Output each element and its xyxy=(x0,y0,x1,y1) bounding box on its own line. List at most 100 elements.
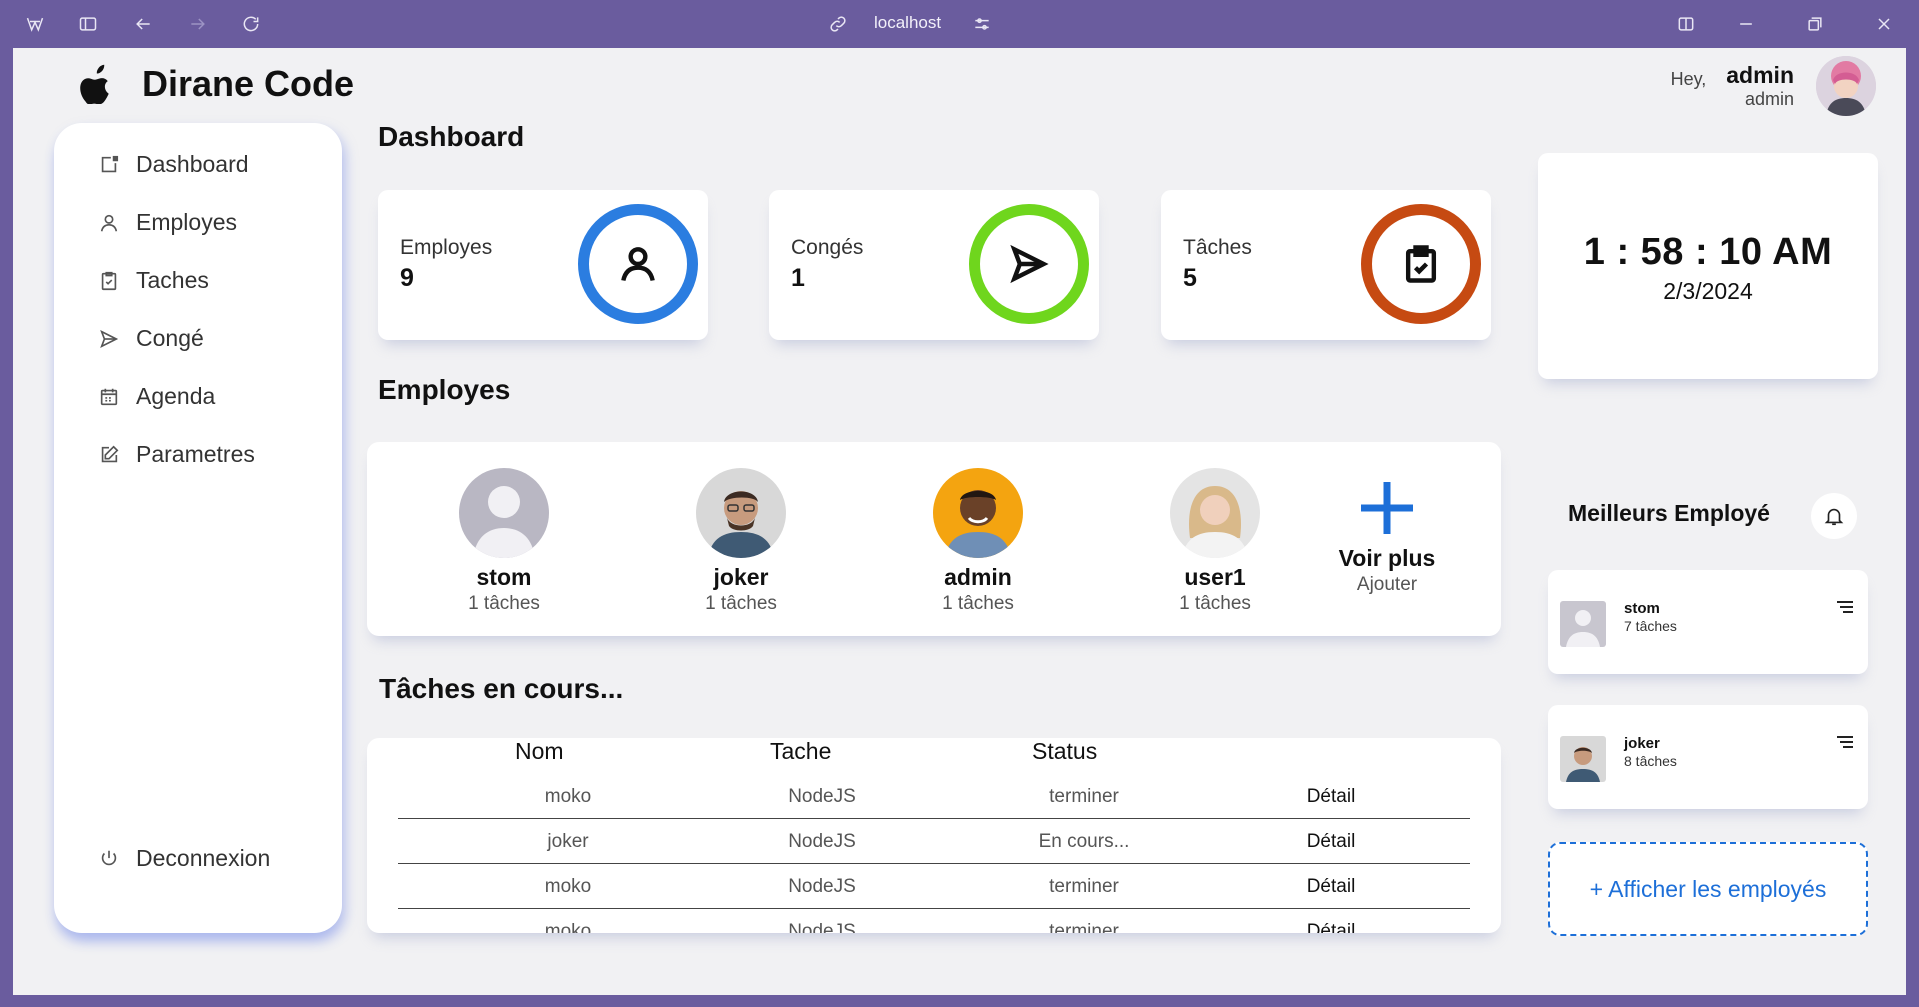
address-bar[interactable]: localhost xyxy=(874,13,941,33)
sidebar-item-label: Dashboard xyxy=(136,151,249,177)
employee-name: joker xyxy=(713,564,769,590)
stat-label: Congés xyxy=(791,236,864,259)
cell-tache: NodeJS xyxy=(788,831,856,852)
bell-icon[interactable] xyxy=(1811,493,1857,539)
minimize-icon[interactable] xyxy=(1734,12,1758,36)
sort-menu-icon[interactable] xyxy=(1836,735,1854,749)
detail-link[interactable]: Détail xyxy=(1307,831,1356,853)
power-icon xyxy=(101,850,117,865)
close-icon[interactable] xyxy=(1872,12,1896,36)
employee-avatar xyxy=(459,468,549,558)
forward-icon[interactable] xyxy=(186,12,210,36)
tasks-title: Tâches en cours... xyxy=(379,673,624,704)
detail-link[interactable]: Détail xyxy=(1307,921,1356,933)
employee-avatar xyxy=(696,468,786,558)
avatar[interactable] xyxy=(1816,56,1876,116)
clock-time: 1 : 58 : 10 AM xyxy=(1583,231,1833,273)
cell-tache: NodeJS xyxy=(788,876,856,897)
greeting: Hey, xyxy=(1670,68,1707,89)
browser-logo-icon[interactable] xyxy=(23,12,47,36)
cell-tache: NodeJS xyxy=(788,786,856,807)
site-settings-icon[interactable] xyxy=(970,12,994,36)
show-all-employees-button[interactable]: + Afficher les employés xyxy=(1548,842,1868,936)
browser-toolbar: localhost xyxy=(0,0,1919,48)
employee-avatar xyxy=(1560,601,1606,647)
employee-item[interactable]: stom 1 tâches xyxy=(424,468,584,615)
user-info: admin admin xyxy=(1726,62,1794,110)
see-more-label: Voir plus xyxy=(1338,545,1436,571)
clock-card: 1 : 58 : 10 AM 2/3/2024 xyxy=(1538,153,1878,379)
clock-date: 2/3/2024 xyxy=(1663,278,1753,304)
tasks-table: Nom Tache Status moko NodeJS terminer Dé… xyxy=(367,738,1501,933)
user-name: admin xyxy=(1726,62,1794,88)
sidebar-item-label: Parametres xyxy=(136,441,255,467)
restore-icon[interactable] xyxy=(1803,12,1827,36)
employee-avatar xyxy=(1560,736,1606,782)
employee-name: stom xyxy=(476,564,532,590)
employee-avatar xyxy=(1170,468,1260,558)
edit-icon xyxy=(101,445,119,462)
cell-nom: moko xyxy=(544,786,592,807)
user-icon xyxy=(100,214,118,231)
sidebar: Dashboard Employes Taches Congé Agenda P… xyxy=(54,123,342,933)
apple-icon xyxy=(80,64,109,104)
column-header-status: Status xyxy=(1032,738,1098,764)
detail-link[interactable]: Détail xyxy=(1307,786,1356,808)
employee-tasks: 7 tâches xyxy=(1624,618,1677,634)
cell-tache: NodeJS xyxy=(788,921,856,933)
employees-card: stom 1 tâches joker 1 tâches admin 1 tâc… xyxy=(367,442,1501,636)
table-row: moko NodeJS terminer Détail xyxy=(398,909,1470,933)
brand[interactable]: Dirane Code xyxy=(78,63,354,105)
table-row: joker NodeJS En cours... Détail xyxy=(398,819,1470,864)
employee-name: user1 xyxy=(1184,564,1246,590)
brand-name: Dirane Code xyxy=(142,63,355,104)
user-icon xyxy=(578,204,698,324)
link-icon xyxy=(826,12,850,36)
employee-item[interactable]: user1 1 tâches xyxy=(1135,468,1295,615)
user-role: admin xyxy=(1744,89,1794,109)
employee-tasks: 8 tâches xyxy=(1624,753,1677,769)
cell-nom: moko xyxy=(544,921,592,933)
cell-status: terminer xyxy=(1049,876,1119,897)
stat-card-taches[interactable]: Tâches 5 xyxy=(1161,190,1491,340)
reload-icon[interactable] xyxy=(239,12,263,36)
app-window: Dirane Code Hey, admin admin Dashboard E… xyxy=(13,48,1906,995)
cell-status: En cours... xyxy=(1038,831,1130,852)
user-menu[interactable]: Hey, admin admin xyxy=(1671,56,1876,116)
best-employee-card[interactable]: stom 7 tâches xyxy=(1548,570,1868,674)
add-label: Ajouter xyxy=(1356,574,1418,595)
employee-name: joker xyxy=(1624,735,1660,752)
best-employee-card[interactable]: joker 8 tâches xyxy=(1548,705,1868,809)
dashboard-icon xyxy=(101,155,119,172)
cell-nom: moko xyxy=(544,876,592,897)
add-employee-button[interactable]: Voir plus Ajouter xyxy=(1327,478,1447,596)
stat-value: 1 xyxy=(791,264,805,292)
sidebar-item-agenda[interactable]: Agenda xyxy=(98,383,215,410)
stat-card-employes[interactable]: Employes 9 xyxy=(378,190,708,340)
sidebar-toggle-icon[interactable] xyxy=(76,12,100,36)
employee-name: stom xyxy=(1624,600,1660,617)
send-icon xyxy=(100,329,119,348)
logout-button[interactable]: Deconnexion xyxy=(98,845,270,872)
employee-item[interactable]: joker 1 tâches xyxy=(661,468,821,615)
sidebar-item-label: Employes xyxy=(136,209,237,235)
employee-tasks: 1 tâches xyxy=(468,593,540,614)
stat-card-conges[interactable]: Congés 1 xyxy=(769,190,1099,340)
sidebar-item-employes[interactable]: Employes xyxy=(98,209,237,236)
cell-status: terminer xyxy=(1049,921,1119,933)
detail-link[interactable]: Détail xyxy=(1307,876,1356,898)
cell-status: terminer xyxy=(1049,786,1119,807)
split-view-icon[interactable] xyxy=(1674,12,1698,36)
employees-title: Employes xyxy=(378,374,511,405)
stat-value: 5 xyxy=(1183,264,1197,292)
sort-menu-icon[interactable] xyxy=(1836,600,1854,614)
column-header-tache: Tache xyxy=(770,738,832,764)
sidebar-item-parametres[interactable]: Parametres xyxy=(98,441,255,468)
sidebar-item-conge[interactable]: Congé xyxy=(98,325,204,352)
employee-item[interactable]: admin 1 tâches xyxy=(898,468,1058,615)
table-row: moko NodeJS terminer Détail xyxy=(398,774,1470,819)
clipboard-check-icon xyxy=(1361,204,1481,324)
sidebar-item-taches[interactable]: Taches xyxy=(98,267,209,294)
back-icon[interactable] xyxy=(131,12,155,36)
sidebar-item-dashboard[interactable]: Dashboard xyxy=(98,151,249,178)
